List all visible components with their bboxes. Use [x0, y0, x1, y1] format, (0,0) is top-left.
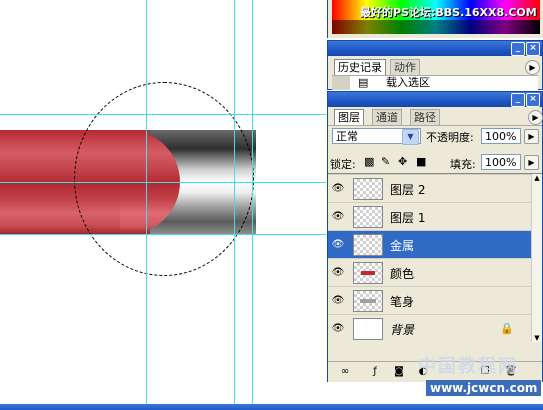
layers-scrollbar[interactable]: ▲ ▼	[531, 174, 542, 342]
layer-thumbnail	[353, 234, 383, 256]
guide-vertical[interactable]	[146, 0, 147, 404]
layers-tabs: 图层 通道 路径 ▶	[334, 109, 543, 126]
watermark-text: 最好的PS论坛:BBS.16XX8.COM	[360, 6, 537, 19]
minimize-icon[interactable]: _	[511, 93, 525, 107]
layer-name: 笔身	[390, 295, 415, 309]
opacity-value: 100%	[485, 130, 517, 143]
lock-brush-icon[interactable]: ✎	[381, 155, 390, 168]
eye-icon[interactable]: 👁	[331, 239, 345, 251]
fill-field[interactable]: 100%	[481, 154, 521, 170]
lock-all-icon[interactable]: ■	[416, 155, 426, 168]
guide-horizontal[interactable]	[0, 182, 326, 183]
opacity-slider-button[interactable]: ▶	[524, 129, 539, 144]
windows-taskbar[interactable]	[0, 404, 543, 410]
layers-panel: _ × 图层 通道 路径 ▶ 正常 ▼ 不透明度: 100% ▶ 锁定: ▩ ✎…	[327, 91, 543, 382]
lock-move-icon[interactable]: ✥	[398, 155, 407, 168]
layers-titlebar[interactable]: _ ×	[328, 92, 542, 107]
scroll-down-icon[interactable]: ▼	[533, 334, 541, 342]
fill-slider-button[interactable]: ▶	[524, 155, 539, 170]
layer-row-metal[interactable]: 👁 金属	[328, 230, 531, 259]
layer-row-background[interactable]: 👁 背景 🔒	[328, 314, 531, 343]
watermark-url: www.jcwcn.com	[426, 380, 542, 396]
guide-vertical[interactable]	[252, 0, 253, 404]
lock-icon: 🔒	[500, 322, 514, 335]
layer-row-pencil-body[interactable]: 👁 笔身	[328, 286, 531, 315]
panel-menu-icon[interactable]: ▶	[528, 110, 543, 125]
layer-name: 背景	[390, 323, 415, 337]
layer-thumbnail	[353, 178, 383, 200]
layer-style-icon[interactable]: ƒ	[368, 365, 382, 379]
layer-name: 图层 2	[390, 183, 426, 197]
layer-row-layer2[interactable]: 👁 图层 2	[328, 174, 531, 203]
link-icon[interactable]: ∞	[338, 365, 352, 379]
chevron-down-icon[interactable]: ▼	[402, 129, 419, 145]
history-state-column	[332, 76, 350, 90]
tab-paths[interactable]: 路径	[410, 109, 440, 126]
thumb-red-stroke	[361, 271, 375, 275]
guide-horizontal[interactable]	[0, 114, 326, 115]
history-list: ▤ 载入选区	[332, 75, 538, 90]
tab-channels[interactable]: 通道	[372, 109, 402, 126]
history-item-label[interactable]: 载入选区	[386, 76, 430, 90]
layer-thumbnail	[353, 318, 383, 340]
watermark-cn: 中国教程网	[418, 356, 518, 377]
lock-label: 锁定:	[330, 158, 356, 171]
eye-icon[interactable]: 👁	[331, 267, 345, 279]
opacity-label: 不透明度:	[426, 131, 474, 144]
layer-row-color[interactable]: 👁 颜色	[328, 258, 531, 287]
lock-transparency-icon[interactable]: ▩	[364, 155, 374, 168]
fill-value: 100%	[485, 156, 517, 169]
tab-layers[interactable]: 图层	[334, 109, 364, 126]
color-panel: 最好的PS论坛:BBS.16XX8.COM	[327, 0, 543, 38]
history-panel: _ × 历史记录 动作 ▶ ▤ 载入选区	[327, 40, 543, 90]
layers-list: 👁 图层 2 👁 图层 1 👁 金属 👁 颜色 👁 笔身 👁 背景 🔒 ▲ ▼	[328, 173, 542, 346]
tab-actions[interactable]: 动作	[390, 59, 420, 76]
layer-thumbnail	[353, 262, 383, 284]
thumb-gray-stroke	[360, 299, 376, 303]
document-icon: ▤	[358, 76, 369, 89]
layer-name: 金属	[390, 239, 415, 253]
layer-row-layer1[interactable]: 👁 图层 1	[328, 202, 531, 231]
fill-label: 填充:	[450, 158, 476, 171]
history-titlebar[interactable]: _ ×	[328, 41, 542, 56]
document-canvas[interactable]	[0, 0, 326, 404]
panel-menu-icon[interactable]: ▶	[525, 60, 540, 75]
eye-icon[interactable]: 👁	[331, 323, 345, 335]
eye-icon[interactable]: 👁	[331, 295, 345, 307]
layer-name: 图层 1	[390, 211, 426, 225]
tab-history[interactable]: 历史记录	[334, 59, 386, 76]
history-tabs: 历史记录 动作 ▶	[334, 59, 540, 76]
eye-icon[interactable]: 👁	[331, 183, 345, 195]
scroll-up-icon[interactable]: ▲	[533, 174, 541, 182]
layer-thumbnail	[353, 290, 383, 312]
blend-mode-select[interactable]: 正常 ▼	[332, 128, 421, 145]
color-ramp-dark[interactable]	[332, 20, 540, 34]
circular-selection	[74, 82, 254, 276]
close-icon[interactable]: ×	[526, 42, 540, 56]
close-icon[interactable]: ×	[526, 93, 540, 107]
minimize-icon[interactable]: _	[511, 42, 525, 56]
blend-mode-value: 正常	[336, 130, 358, 143]
opacity-field[interactable]: 100%	[481, 128, 521, 144]
guide-vertical[interactable]	[234, 0, 235, 404]
eye-icon[interactable]: 👁	[331, 211, 345, 223]
layer-thumbnail	[353, 206, 383, 228]
layer-name: 颜色	[390, 267, 415, 281]
layer-mask-icon[interactable]: ◙	[392, 365, 406, 379]
site-watermark: 中国教程网 www.jcwcn.com	[412, 352, 543, 404]
guide-horizontal[interactable]	[0, 234, 326, 235]
